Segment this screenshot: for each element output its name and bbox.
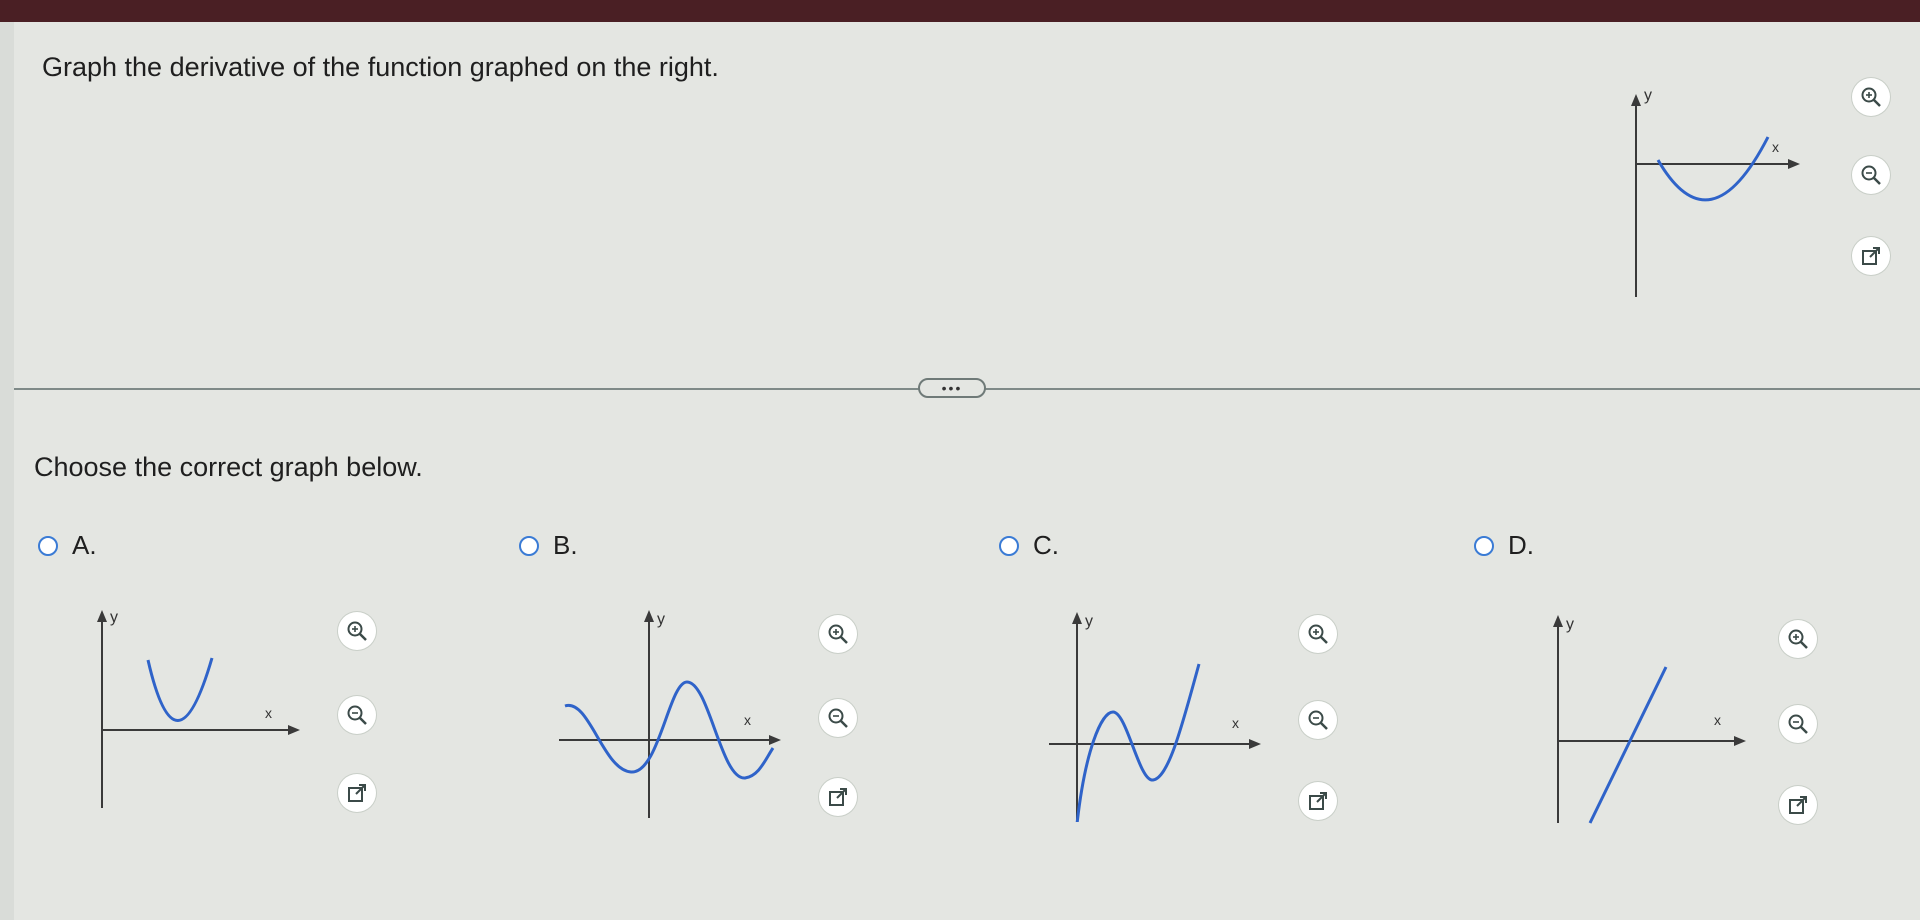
prompt-text: Choose the correct graph below. — [34, 452, 423, 482]
option-c-header[interactable]: C. — [999, 530, 1059, 561]
function-graph: y x — [1622, 82, 1802, 317]
zoom-out-icon — [828, 708, 848, 728]
option-d-curve — [1588, 666, 1668, 824]
y-axis-label: y — [110, 610, 118, 626]
x-axis-arrow — [769, 735, 781, 745]
x-axis-label: x — [265, 705, 272, 721]
popout-icon — [1309, 792, 1327, 810]
option-d-radio[interactable] — [1474, 535, 1494, 556]
zoom-in-icon — [1861, 87, 1881, 107]
popout-button[interactable] — [1852, 237, 1890, 275]
option-b-curve — [564, 680, 775, 780]
y-axis-arrow — [1631, 94, 1641, 106]
option-a-radio[interactable] — [38, 535, 58, 556]
option-d-header[interactable]: D. — [1474, 530, 1534, 561]
popout-icon — [1862, 247, 1880, 265]
y-axis-label: y — [1085, 613, 1093, 630]
option-d-zoom-out-button[interactable] — [1779, 705, 1817, 743]
question-text: Graph the derivative of the function gra… — [42, 52, 719, 82]
option-c-graph: y x — [1049, 612, 1261, 822]
x-axis-label: x — [1714, 712, 1721, 728]
option-a-curve — [146, 657, 214, 722]
zoom-out-icon — [1861, 165, 1881, 185]
question-page: Graph the derivative of the function gra… — [14, 22, 1920, 920]
x-axis-arrow — [1788, 159, 1800, 169]
y-axis-label: y — [1566, 616, 1574, 633]
option-b-zoom-out-button[interactable] — [819, 699, 857, 737]
option-d-graph: y x — [1553, 615, 1746, 824]
option-d-zoom-in-button[interactable] — [1779, 620, 1817, 658]
top-bar — [0, 0, 1920, 22]
option-a-popout-button[interactable] — [338, 774, 376, 812]
popout-icon — [348, 784, 366, 802]
zoom-in-icon — [828, 624, 848, 644]
zoom-out-button[interactable] — [1852, 156, 1890, 194]
option-c-zoom-out-button[interactable] — [1299, 701, 1337, 739]
zoom-in-button[interactable] — [1852, 78, 1890, 116]
expand-button[interactable]: ••• — [918, 378, 986, 398]
zoom-in-icon — [1788, 629, 1808, 649]
option-c-radio[interactable] — [999, 535, 1019, 556]
option-a-graph: y x — [97, 610, 300, 808]
x-axis-label: x — [744, 712, 751, 728]
function-curve — [1656, 136, 1770, 202]
option-d-label: D. — [1508, 530, 1534, 560]
x-axis-arrow — [1249, 739, 1261, 749]
option-b-label: B. — [553, 530, 578, 560]
option-b-popout-button[interactable] — [819, 778, 857, 816]
option-a-label: A. — [72, 530, 97, 560]
popout-icon — [829, 788, 847, 806]
x-axis-arrow — [1734, 736, 1746, 746]
option-a-zoom-in-button[interactable] — [338, 612, 376, 650]
option-a-header[interactable]: A. — [38, 530, 97, 561]
option-b-header[interactable]: B. — [519, 530, 578, 561]
option-b-zoom-in-button[interactable] — [819, 615, 857, 653]
y-axis-arrow — [1553, 615, 1563, 627]
option-b-radio[interactable] — [519, 535, 539, 556]
x-axis-label: x — [1772, 139, 1779, 155]
y-axis-arrow — [644, 610, 654, 622]
y-axis-arrow — [1072, 612, 1082, 624]
y-axis-label: y — [1644, 87, 1652, 104]
zoom-in-icon — [347, 621, 367, 641]
popout-icon — [1789, 796, 1807, 814]
option-c-popout-button[interactable] — [1299, 782, 1337, 820]
zoom-in-icon — [1308, 624, 1328, 644]
y-axis-arrow — [97, 610, 107, 622]
zoom-out-icon — [1788, 714, 1808, 734]
x-axis-arrow — [288, 725, 300, 735]
option-a-zoom-out-button[interactable] — [338, 696, 376, 734]
option-c-label: C. — [1033, 530, 1059, 560]
zoom-out-icon — [347, 705, 367, 725]
option-b-graph: y x — [559, 610, 781, 818]
option-d-popout-button[interactable] — [1779, 786, 1817, 824]
x-axis-label: x — [1232, 715, 1239, 731]
option-c-zoom-in-button[interactable] — [1299, 615, 1337, 653]
zoom-out-icon — [1308, 710, 1328, 730]
function-graph-svg: y x — [1631, 87, 1800, 297]
y-axis-label: y — [657, 611, 665, 628]
